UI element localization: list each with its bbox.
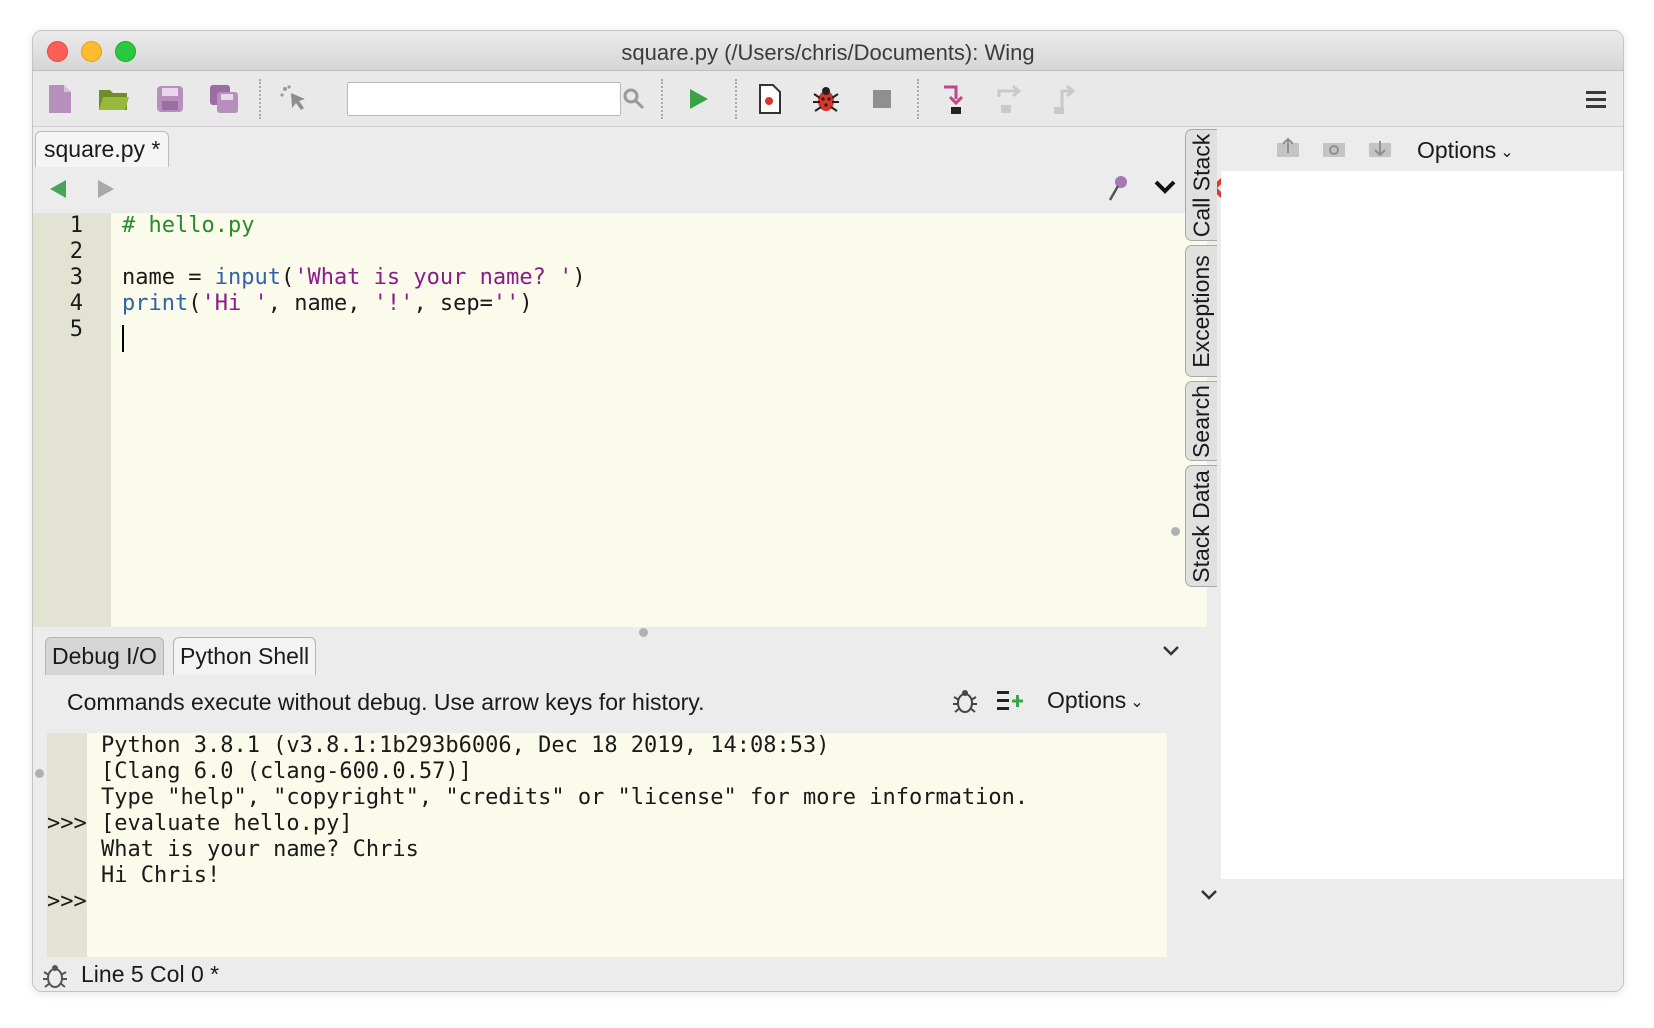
code-line-4: print('Hi ', name, '!', sep='') bbox=[122, 291, 533, 316]
tab-python-shell[interactable]: Python Shell bbox=[173, 637, 317, 675]
line-number: 1 bbox=[69, 213, 83, 238]
save-all-icon[interactable] bbox=[205, 80, 243, 118]
editor-tab-square-py[interactable]: square.py * bbox=[35, 131, 170, 167]
bug-icon[interactable] bbox=[807, 80, 845, 118]
code-text: ) bbox=[519, 291, 533, 316]
code-text: ) bbox=[572, 265, 586, 290]
debug-file-icon[interactable] bbox=[751, 80, 789, 118]
side-tab-strip: Call Stack Exceptions Search Stack Data bbox=[1171, 127, 1221, 957]
splitter-handle[interactable] bbox=[639, 628, 648, 637]
line-number: 3 bbox=[69, 265, 83, 290]
editor-nav-row bbox=[33, 169, 1225, 209]
back-arrow-icon[interactable] bbox=[47, 177, 69, 206]
code-string: 'What is your name? ' bbox=[294, 265, 573, 290]
tab-label: Stack Data bbox=[1188, 469, 1214, 583]
right-tool-panel: Options ⌄ bbox=[1221, 127, 1623, 957]
shell-gutter bbox=[47, 733, 87, 957]
panel-chevron-down-icon[interactable] bbox=[1161, 643, 1181, 664]
options-chevron-icon: ⌄ bbox=[1500, 143, 1514, 161]
step-into-icon[interactable] bbox=[935, 80, 973, 118]
shell-line: Python 3.8.1 (v3.8.1:1b293b6006, Dec 18 … bbox=[101, 733, 830, 758]
forward-arrow-icon[interactable] bbox=[95, 177, 117, 206]
right-options-button[interactable]: Options ⌄ bbox=[1417, 137, 1514, 164]
tab-debug-io[interactable]: Debug I/O bbox=[45, 637, 164, 675]
shell-line: [evaluate hello.py] bbox=[101, 811, 353, 836]
side-splitter-handle[interactable] bbox=[1171, 527, 1180, 536]
editor-pane: square.py * 1 2 3 4 5 # hello.py name = … bbox=[33, 127, 1225, 627]
shell-prompt: >>> bbox=[47, 889, 87, 914]
code-text: ( bbox=[280, 265, 295, 290]
chevron-down-icon[interactable] bbox=[1153, 177, 1177, 202]
line-number-gutter: 1 2 3 4 5 bbox=[33, 213, 111, 627]
code-text: ( bbox=[188, 291, 202, 316]
cursor-position: Line 5 Col 0 * bbox=[81, 961, 220, 987]
code-editor[interactable]: 1 2 3 4 5 # hello.py name = input('What … bbox=[33, 213, 1207, 627]
frame-current-icon[interactable] bbox=[1321, 137, 1347, 166]
tab-stack-data[interactable]: Stack Data bbox=[1185, 465, 1217, 587]
code-text: name = bbox=[122, 265, 215, 290]
shell-bug-icon[interactable] bbox=[951, 687, 979, 720]
code-text: , sep= bbox=[413, 291, 493, 316]
frame-down-icon[interactable] bbox=[1367, 137, 1393, 166]
right-options-label: Options bbox=[1417, 137, 1497, 163]
shell-prompt: >>> bbox=[47, 811, 87, 836]
search-icon[interactable] bbox=[615, 80, 653, 118]
new-file-icon[interactable] bbox=[41, 80, 79, 118]
shell-options-label: Options bbox=[1047, 687, 1127, 713]
open-folder-icon[interactable] bbox=[95, 80, 133, 118]
text-cursor bbox=[122, 325, 124, 352]
shell-info-text: Commands execute without debug. Use arro… bbox=[67, 689, 705, 715]
frame-up-icon[interactable] bbox=[1275, 137, 1301, 166]
shell-line: What is your name? Chris bbox=[101, 837, 419, 862]
line-number: 2 bbox=[69, 239, 83, 264]
tab-search[interactable]: Search bbox=[1185, 381, 1217, 461]
status-bug-icon[interactable] bbox=[41, 962, 69, 991]
code-string: '' bbox=[492, 291, 520, 316]
ide-window: square.py (/Users/chris/Documents): Wing bbox=[32, 30, 1624, 992]
code-comment: # hello.py bbox=[122, 213, 255, 238]
tab-call-stack[interactable]: Call Stack bbox=[1185, 129, 1217, 241]
select-pointer-icon[interactable] bbox=[275, 80, 313, 118]
code-line-1: # hello.py bbox=[122, 213, 254, 238]
horizontal-splitter[interactable] bbox=[33, 627, 1207, 637]
shell-line: [Clang 6.0 (clang-600.0.57)] bbox=[101, 759, 472, 784]
options-chevron-icon: ⌄ bbox=[1130, 693, 1144, 711]
code-builtin: input bbox=[214, 265, 281, 290]
python-shell-output[interactable]: Python 3.8.1 (v3.8.1:1b293b6006, Dec 18 … bbox=[47, 733, 1167, 957]
shell-add-lines-icon[interactable] bbox=[995, 687, 1025, 720]
window-title: square.py (/Users/chris/Documents): Wing bbox=[621, 40, 1035, 65]
right-panel-content bbox=[1221, 171, 1623, 879]
search-input[interactable] bbox=[347, 82, 621, 116]
title-bar: square.py (/Users/chris/Documents): Wing bbox=[33, 31, 1623, 71]
right-panel-toolbar: Options ⌄ bbox=[1221, 127, 1623, 171]
tab-label: Exceptions bbox=[1188, 254, 1215, 368]
tab-label: Search bbox=[1188, 384, 1214, 458]
status-bar: Line 5 Col 0 * bbox=[33, 957, 1623, 991]
bottom-panel: Debug I/O Python Shell Commands execute … bbox=[33, 637, 1217, 957]
run-icon[interactable] bbox=[679, 80, 717, 118]
shell-line: Type "help", "copyright", "credits" or "… bbox=[101, 785, 1029, 810]
tab-exceptions[interactable]: Exceptions bbox=[1185, 245, 1217, 377]
toolbar bbox=[33, 71, 1623, 127]
save-icon[interactable] bbox=[151, 80, 189, 118]
shell-line: Hi Chris! bbox=[101, 863, 221, 888]
vertical-splitter-handle[interactable] bbox=[35, 769, 44, 778]
code-builtin: print bbox=[122, 291, 189, 316]
code-string: '!' bbox=[373, 291, 414, 316]
line-number: 4 bbox=[69, 291, 83, 316]
code-line-3: name = input('What is your name? ') bbox=[122, 265, 586, 290]
menu-icon[interactable] bbox=[1577, 80, 1615, 118]
code-text: , name, bbox=[267, 291, 374, 316]
step-out-icon[interactable] bbox=[1045, 80, 1083, 118]
shell-options-button[interactable]: Options ⌄ bbox=[1047, 687, 1144, 714]
tab-label: Call Stack bbox=[1188, 133, 1215, 237]
pin-icon[interactable] bbox=[1105, 173, 1131, 208]
step-over-icon[interactable] bbox=[991, 80, 1029, 118]
line-number: 5 bbox=[69, 317, 83, 342]
code-string: 'Hi ' bbox=[201, 291, 268, 316]
stop-icon[interactable] bbox=[863, 80, 901, 118]
